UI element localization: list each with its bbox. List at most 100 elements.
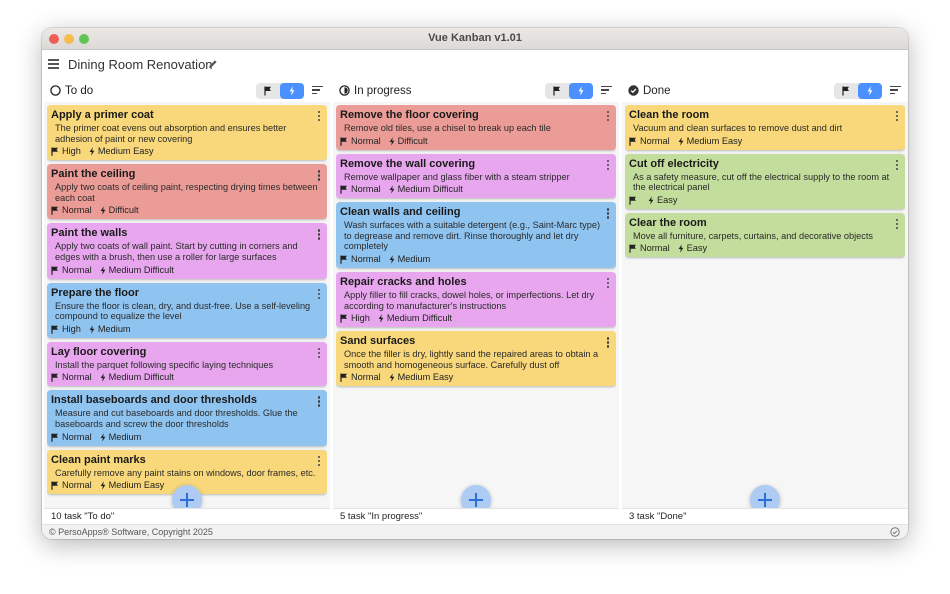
task-title: Clean walls and ceiling [340, 206, 461, 219]
priority-badge: High [340, 313, 370, 324]
task-card[interactable]: Install baseboards and door thresholds Me… [47, 390, 327, 446]
sort-by-difficulty-button[interactable] [280, 83, 304, 99]
card-menu-icon[interactable] [896, 111, 899, 122]
priority-badge: Normal [340, 372, 381, 383]
task-meta: Normal Medium Difficult [340, 184, 610, 195]
difficulty-label: Difficult [108, 205, 139, 216]
lightning-icon [100, 432, 106, 442]
priority-label: Normal [351, 372, 381, 383]
lightning-icon [289, 86, 295, 96]
card-menu-icon[interactable] [607, 208, 610, 219]
hamburger-menu-icon[interactable] [48, 59, 59, 69]
flag-icon [51, 325, 58, 334]
difficulty-label: Easy [686, 243, 708, 254]
priority-badge: High [51, 324, 81, 335]
flag-icon [629, 244, 636, 254]
sort-by-difficulty-button[interactable] [858, 83, 882, 99]
card-menu-icon[interactable] [318, 455, 321, 467]
task-card[interactable]: Clean the room Vacuum and clean surfaces … [625, 105, 905, 150]
task-title: Remove the wall covering [340, 157, 476, 170]
card-list: Clean the room Vacuum and clean surfaces … [625, 105, 905, 501]
task-card[interactable]: Paint the walls Apply two coats of wall p… [47, 223, 327, 279]
lightning-icon [100, 373, 106, 383]
flag-icon [51, 481, 58, 490]
priority-label: Normal [351, 184, 381, 195]
task-meta: High Medium [51, 324, 321, 335]
difficulty-label: Medium Easy [108, 480, 165, 491]
lightning-icon [389, 136, 395, 146]
card-menu-icon[interactable] [318, 111, 321, 122]
lightning-icon [867, 86, 873, 96]
task-meta: Normal Medium Easy [629, 136, 899, 147]
priority-badge: Normal [51, 205, 92, 216]
task-card[interactable]: Cut off electricity As a safety measure, … [625, 153, 905, 209]
task-title: Install baseboards and door thresholds [51, 394, 257, 407]
sort-by-priority-button[interactable] [256, 83, 280, 99]
sort-mode-toggle [834, 83, 882, 99]
task-description: Apply two coats of wall paint. Start by … [55, 241, 298, 262]
task-title: Cut off electricity [629, 157, 719, 170]
task-description: The primer coat evens out absorption and… [55, 123, 287, 144]
card-list: Remove the floor covering Remove old tile… [336, 105, 616, 501]
sort-by-difficulty-button[interactable] [569, 83, 593, 99]
column-title: To do [65, 85, 94, 97]
sort-mode-toggle [545, 83, 593, 99]
card-menu-icon[interactable] [896, 159, 899, 171]
priority-badge: Normal [340, 184, 381, 195]
task-card[interactable]: Sand surfaces Once the filler is dry, lig… [336, 331, 616, 387]
difficulty-badge: Easy [678, 243, 707, 254]
lightning-icon [389, 185, 395, 194]
sort-list-icon[interactable] [312, 86, 323, 96]
flag-icon [51, 266, 58, 275]
flag-icon [264, 86, 271, 96]
difficulty-label: Medium Easy [686, 135, 743, 146]
task-card[interactable]: Clean walls and ceiling Wash surfaces wit… [336, 202, 616, 268]
difficulty-badge: Medium Easy [89, 146, 154, 157]
sort-list-icon[interactable] [601, 86, 612, 96]
pencil-edit-icon[interactable] [208, 59, 218, 69]
difficulty-label: Medium Easy [97, 146, 154, 157]
priority-badge: Normal [51, 432, 92, 443]
lightning-icon [89, 325, 95, 334]
flag-icon [340, 373, 347, 383]
check-circle-icon [628, 85, 639, 96]
task-card[interactable]: Remove the floor covering Remove old tile… [336, 105, 616, 150]
difficulty-label: Medium Difficult [108, 264, 174, 275]
task-card[interactable]: Repair cracks and holes Apply filler to f… [336, 271, 616, 328]
task-card[interactable]: Paint the ceiling Apply two coats of ceil… [47, 164, 327, 220]
sort-by-priority-button[interactable] [545, 83, 569, 99]
task-description: Wash surfaces with a suitable detergent … [344, 220, 601, 252]
card-menu-icon[interactable] [607, 277, 610, 289]
difficulty-badge: Difficult [389, 136, 428, 147]
column-footer: 10 task "To do" [44, 508, 330, 523]
task-card[interactable]: Clear the room Move all furniture, carpet… [625, 212, 905, 258]
card-menu-icon[interactable] [318, 229, 321, 240]
card-menu-icon[interactable] [318, 396, 321, 407]
card-menu-icon[interactable] [896, 218, 899, 230]
task-title: Paint the ceiling [51, 168, 136, 181]
sort-list-icon[interactable] [890, 86, 901, 96]
task-meta: Normal Medium [340, 254, 610, 265]
sort-by-priority-button[interactable] [834, 83, 858, 99]
card-menu-icon[interactable] [607, 111, 610, 122]
task-title: Clean paint marks [51, 453, 146, 466]
column-header: Done [622, 80, 908, 102]
card-menu-icon[interactable] [318, 347, 321, 359]
task-card[interactable]: Remove the wall covering Remove wallpaper… [336, 153, 616, 199]
card-menu-icon[interactable] [318, 170, 321, 181]
flag-icon [340, 185, 347, 194]
difficulty-label: Medium Difficult [397, 184, 463, 195]
board-title: Dining Room Renovation [68, 57, 213, 72]
task-meta: Normal Easy [629, 243, 899, 254]
difficulty-label: Easy [657, 194, 678, 205]
priority-label: Normal [62, 264, 92, 275]
card-menu-icon[interactable] [607, 159, 610, 171]
lightning-icon [378, 314, 384, 323]
task-description: Measure and cut baseboards and door thre… [55, 408, 298, 429]
task-card[interactable]: Prepare the floor Ensure the floor is cle… [47, 282, 327, 338]
task-card[interactable]: Lay floor covering Install the parquet fo… [47, 341, 327, 387]
card-menu-icon[interactable] [318, 288, 321, 300]
priority-label: High [351, 313, 370, 324]
task-card[interactable]: Apply a primer coat The primer coat evens… [47, 105, 327, 161]
card-menu-icon[interactable] [607, 337, 610, 348]
